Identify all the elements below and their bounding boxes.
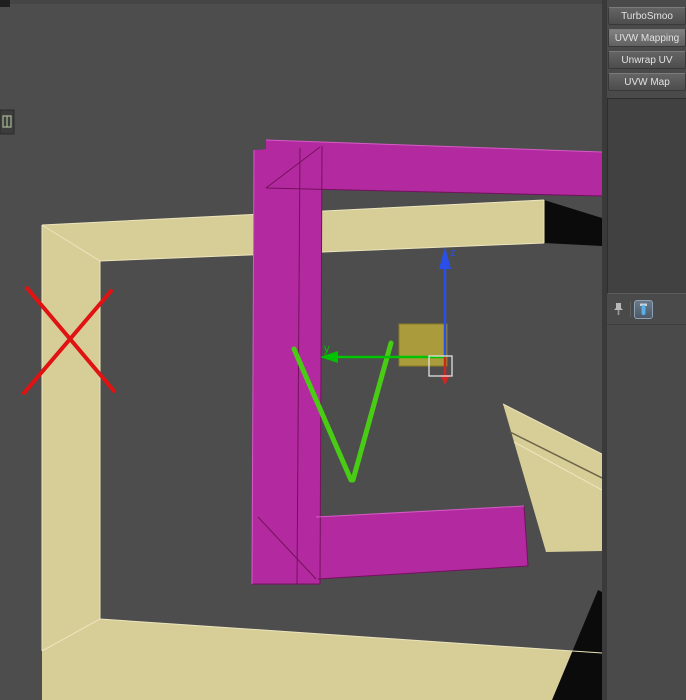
modifier-set-buttons: TurboSmoo UVW Mapping Unwrap UV UVW Map bbox=[607, 7, 686, 95]
viewport-3d[interactable]: z y bbox=[0, 0, 602, 700]
modifier-stack-toolbar bbox=[607, 294, 686, 325]
show-end-result-icon bbox=[640, 303, 647, 315]
command-panel: TurboSmoo UVW Mapping Unwrap UV UVW Map bbox=[602, 0, 686, 700]
gizmo-plane-handle[interactable] bbox=[398, 323, 448, 367]
tan-frame-left-bar[interactable] bbox=[42, 225, 100, 651]
viewport-corner-mark bbox=[0, 0, 10, 7]
max-application-window: z y TurboSmoo UVW Mapping Unwrap UV UVW … bbox=[0, 0, 686, 700]
modifier-button-uvw-map[interactable]: UVW Map bbox=[608, 73, 686, 91]
toolbar-separator bbox=[630, 301, 631, 317]
modifier-stack-list[interactable] bbox=[607, 98, 686, 294]
modifier-button-uvw-mapping[interactable]: UVW Mapping bbox=[608, 29, 686, 47]
modifier-button-unwrap-uvw[interactable]: Unwrap UV bbox=[608, 51, 686, 69]
show-end-result-button[interactable] bbox=[634, 299, 653, 319]
pin-stack-icon[interactable] bbox=[611, 301, 627, 317]
viewport-layout-tab-icon[interactable] bbox=[0, 109, 15, 135]
magenta-frame-vertical-bar[interactable] bbox=[252, 146, 322, 584]
modifier-button-turbosmooth[interactable]: TurboSmoo bbox=[608, 7, 686, 25]
viewport-top-edge bbox=[0, 0, 602, 4]
gizmo-y-label: y bbox=[324, 343, 330, 355]
gizmo-z-label: z bbox=[450, 247, 456, 259]
panel-empty-area bbox=[607, 325, 686, 700]
